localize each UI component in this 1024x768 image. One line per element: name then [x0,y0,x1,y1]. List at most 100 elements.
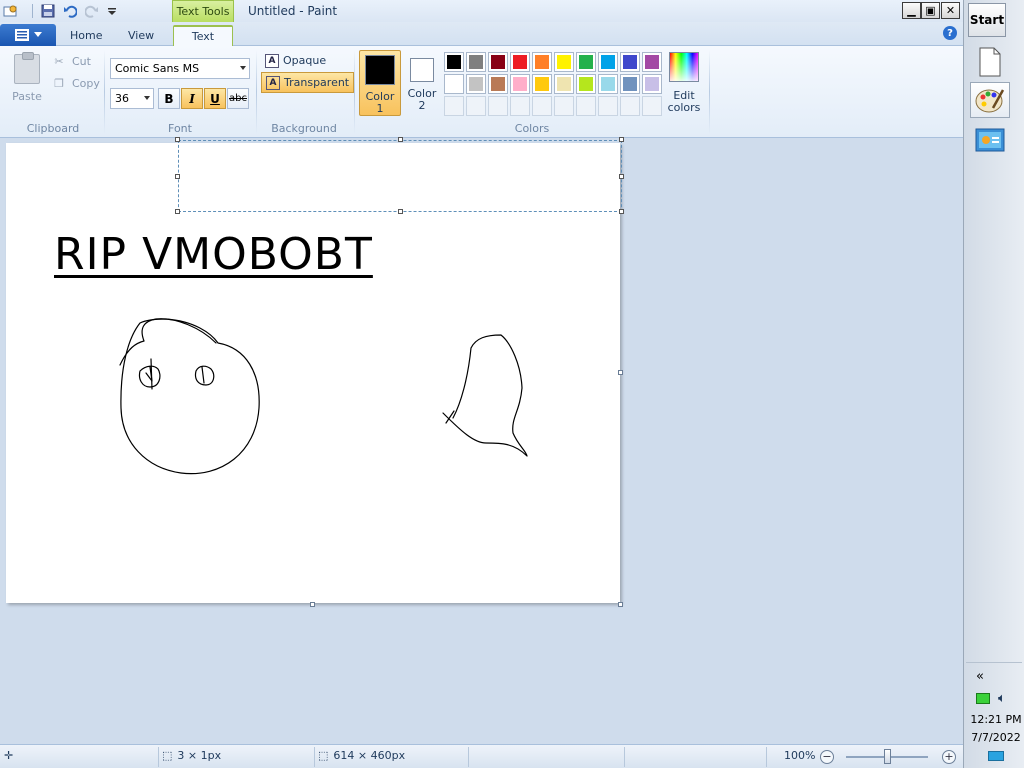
minimize-button[interactable]: ▁ [902,2,921,19]
canvas-resize-handle-right[interactable] [618,370,623,375]
resize-handle[interactable] [175,137,180,142]
palette-color-swatch[interactable] [444,74,464,94]
redo-icon[interactable] [84,3,100,19]
canvas-workspace[interactable]: RIP VMOBOBT [0,137,963,744]
palette-custom-slot[interactable] [488,96,508,116]
underline-button[interactable]: U [204,88,226,109]
control-panel-icon [975,128,1005,152]
palette-color-swatch[interactable] [554,52,574,72]
text-tools-context-header: Text Tools [172,0,234,22]
palette-color-swatch[interactable] [598,52,618,72]
font-group-label: Font [168,122,192,135]
paint-menu-button[interactable] [0,24,56,46]
copy-button[interactable]: ❐ Copy [52,74,100,92]
palette-custom-slot[interactable] [598,96,618,116]
resize-handle[interactable] [619,137,624,142]
undo-icon[interactable] [62,3,78,19]
canvas-size: ⬚ 614 × 460px [318,749,405,762]
palette-color-swatch[interactable] [620,74,640,94]
palette-custom-slot[interactable] [576,96,596,116]
color-chip [579,77,593,91]
strikethrough-button[interactable]: abc [227,88,249,109]
palette-color-swatch[interactable] [642,74,662,94]
palette-color-swatch[interactable] [466,52,486,72]
color1-button[interactable]: Color 1 [359,50,401,116]
tab-home[interactable]: Home [60,25,112,46]
maximize-button[interactable]: ▣ [921,2,940,19]
zoom-out-button[interactable]: − [820,750,834,764]
selection-size: ⬚ 3 × 1px [162,749,221,762]
zoom-in-button[interactable]: + [942,750,956,764]
palette-color-swatch[interactable] [510,74,530,94]
palette-color-swatch[interactable] [532,52,552,72]
start-button[interactable]: Start [968,3,1006,37]
palette-color-swatch[interactable] [576,52,596,72]
opaque-button[interactable]: A Opaque [261,50,330,71]
palette-color-swatch[interactable] [620,52,640,72]
palette-color-swatch[interactable] [488,74,508,94]
paste-button[interactable]: Paste [8,50,46,106]
edit-colors-button[interactable]: Edit colors [666,52,702,114]
tab-view[interactable]: View [118,25,164,46]
bold-button[interactable]: B [158,88,180,109]
palette-color-swatch[interactable] [444,52,464,72]
palette-color-swatch[interactable] [466,74,486,94]
palette-color-swatch[interactable] [532,74,552,94]
chevron-down-icon [33,32,42,37]
show-desktop-icon[interactable] [988,751,1004,761]
palette-custom-slot[interactable] [532,96,552,116]
transparent-button[interactable]: A Transparent [261,72,355,93]
drawing-canvas[interactable]: RIP VMOBOBT [6,137,624,603]
color-chip [645,77,659,91]
menu-icon [14,29,29,41]
font-size-select[interactable]: 36 [110,88,154,109]
italic-button[interactable]: I [181,88,203,109]
close-button[interactable]: ✕ [941,2,960,19]
collapse-tray-button[interactable]: « [976,669,1024,684]
help-icon[interactable]: ? [943,26,957,40]
volume-icon[interactable]: 🔈︎ [998,691,1006,706]
palette-color-swatch[interactable] [510,52,530,72]
font-family-select[interactable]: Comic Sans MS [110,58,250,79]
selection-size-value: 3 × 1px [177,749,222,762]
close-icon: ✕ [945,4,956,17]
save-icon[interactable] [40,3,56,19]
paint-app-icon[interactable] [3,3,19,19]
palette-color-swatch[interactable] [554,74,574,94]
color2-button[interactable]: Color 2 [401,50,443,116]
edit-colors-label: Edit colors [667,89,701,114]
font-family-value: Comic Sans MS [115,62,200,75]
customize-quick-access-icon[interactable] [104,3,120,19]
color-chip [535,77,549,91]
palette-custom-slot[interactable] [510,96,530,116]
tab-text[interactable]: Text [173,25,233,46]
resize-handle[interactable] [398,137,403,142]
group-separator [709,50,710,134]
color-chip [491,77,505,91]
background-group-label: Background [271,122,337,135]
canvas-resize-handle-bottom[interactable] [310,602,315,607]
palette-color-swatch[interactable] [576,74,596,94]
clipboard-group-label: Clipboard [26,122,80,135]
color-chip [557,55,571,69]
taskbar-item-control-panel[interactable] [970,122,1010,158]
palette-color-swatch[interactable] [488,52,508,72]
cursor-position: ✛ [4,749,13,762]
palette-custom-slot[interactable] [620,96,640,116]
palette-color-swatch[interactable] [642,52,662,72]
font-size-value: 36 [115,92,129,105]
palette-custom-slot[interactable] [444,96,464,116]
color-spectrum-icon [669,52,699,82]
taskbar-item-document[interactable] [970,44,1010,80]
network-icon[interactable] [976,693,990,704]
taskbar-item-paint[interactable] [970,82,1010,118]
palette-color-swatch[interactable] [598,74,618,94]
palette-custom-slot[interactable] [642,96,662,116]
palette-custom-slot[interactable] [554,96,574,116]
color-chip [469,77,483,91]
palette-custom-slot[interactable] [466,96,486,116]
status-separator [766,747,767,767]
canvas-resize-handle-corner[interactable] [618,602,623,607]
cut-button[interactable]: ✂ Cut [52,52,91,70]
zoom-slider-thumb[interactable] [884,749,891,764]
